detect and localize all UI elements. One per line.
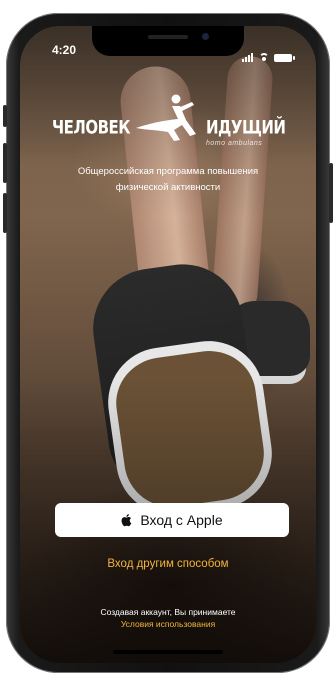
apple-login-button[interactable]: Вход с Apple bbox=[55, 503, 289, 537]
brand-logo: ЧЕЛОВЕК ИДУЩИЙ homo ambulans bbox=[20, 94, 316, 147]
tagline-line-2: физической активности bbox=[115, 182, 221, 193]
app-screen: 4:20 ЧЕЛОВЕК ИДУЩИЙ homo ambulans Общеро… bbox=[20, 26, 316, 663]
notch bbox=[92, 26, 244, 56]
terms-text: Создавая аккаунт, Вы принимаете bbox=[100, 607, 236, 617]
status-bar: 4:20 bbox=[20, 26, 316, 66]
tagline: Общероссийская программа повышения физич… bbox=[20, 164, 316, 196]
tagline-line-1: Общероссийская программа повышения bbox=[77, 166, 259, 177]
terms-notice: Создавая аккаунт, Вы принимаете Условия … bbox=[20, 606, 316, 630]
home-indicator bbox=[113, 650, 223, 654]
brand-right-word: ИДУЩИЙ bbox=[206, 115, 286, 139]
other-login-link[interactable]: Вход другим способом bbox=[20, 558, 316, 570]
apple-icon bbox=[121, 514, 132, 527]
volume-up-button bbox=[3, 143, 7, 183]
apple-login-label: Вход с Apple bbox=[140, 512, 223, 528]
signal-icon bbox=[242, 44, 254, 62]
speaker-grille bbox=[148, 35, 188, 39]
power-button bbox=[329, 163, 333, 223]
status-time: 4:20 bbox=[52, 43, 77, 57]
battery-icon bbox=[274, 54, 295, 62]
status-icons bbox=[242, 44, 295, 62]
wifi-icon bbox=[258, 53, 270, 62]
terms-link[interactable]: Условия использования bbox=[20, 618, 316, 630]
volume-down-button bbox=[3, 193, 7, 233]
side-button bbox=[3, 105, 7, 127]
running-man-icon bbox=[136, 94, 196, 141]
brand-left-word: ЧЕЛОВЕК bbox=[52, 115, 131, 139]
brand-latin-subtitle: homo ambulans bbox=[206, 140, 263, 147]
front-camera bbox=[202, 33, 209, 40]
